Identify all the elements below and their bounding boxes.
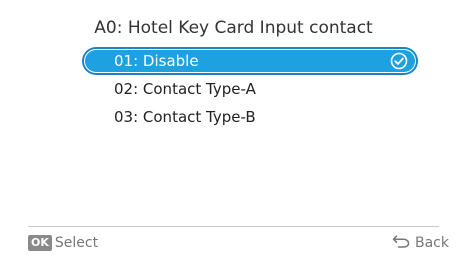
option-label: 01: Disable [114, 52, 199, 70]
option-label: 03: Contact Type-B [114, 108, 256, 126]
footer-divider [28, 226, 439, 227]
settings-screen: A0: Hotel Key Card Input contact 01: Dis… [0, 0, 467, 257]
back-hint[interactable]: Back [392, 232, 449, 254]
option-contact-type-a[interactable]: 02: Contact Type-A [84, 77, 416, 101]
back-arrow-icon [392, 235, 410, 248]
footer-bar: OK Select Back [28, 232, 449, 254]
option-disable[interactable]: 01: Disable [84, 49, 416, 73]
option-label: 02: Contact Type-A [114, 80, 256, 98]
select-label: Select [54, 235, 99, 251]
option-contact-type-b[interactable]: 03: Contact Type-B [84, 105, 416, 129]
check-circle-icon [390, 52, 408, 70]
select-hint[interactable]: OK Select [28, 232, 98, 254]
page-title: A0: Hotel Key Card Input contact [94, 18, 373, 38]
ok-key-icon: OK [28, 235, 52, 251]
back-label: Back [415, 235, 449, 251]
